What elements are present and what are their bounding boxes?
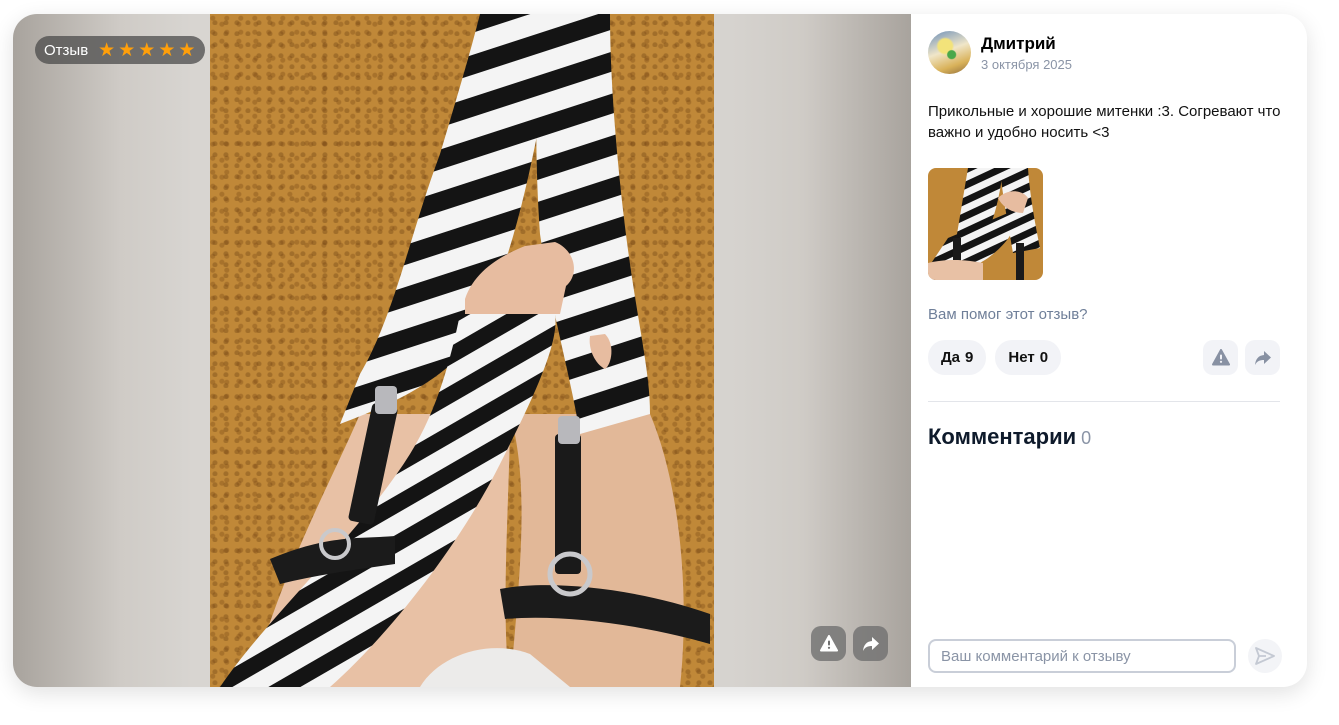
review-author: Дмитрий 3 октября 2025 xyxy=(928,31,1072,74)
star-icon: ★ xyxy=(158,39,176,61)
review-photo[interactable] xyxy=(210,14,714,687)
vote-no-count: 0 xyxy=(1039,349,1049,366)
vote-yes-button[interactable]: Да 9 xyxy=(928,340,987,375)
review-date: 3 октября 2025 xyxy=(981,56,1072,72)
report-review-button[interactable] xyxy=(1203,340,1238,375)
share-review-button[interactable] xyxy=(1245,340,1280,375)
comment-form xyxy=(928,639,1282,673)
review-details-panel: Дмитрий 3 октября 2025 Прикольные и хоро… xyxy=(911,14,1307,687)
share-arrow-icon xyxy=(1254,350,1271,365)
comment-input[interactable] xyxy=(928,639,1236,673)
helpful-question: Вам помог этот отзыв? xyxy=(928,306,1088,323)
divider xyxy=(928,401,1280,402)
comments-heading: Комментарии 0 xyxy=(928,424,1091,450)
star-icon: ★ xyxy=(118,39,136,61)
helpful-vote-buttons: Да 9 Нет 0 xyxy=(928,340,1062,375)
vote-yes-label: Да xyxy=(941,349,961,366)
send-comment-button[interactable] xyxy=(1248,639,1282,673)
comments-count: 0 xyxy=(1081,428,1092,448)
warning-icon xyxy=(819,635,838,652)
review-photo-thumbnail[interactable] xyxy=(928,168,1043,280)
review-actions xyxy=(1203,340,1280,375)
author-name[interactable]: Дмитрий xyxy=(981,34,1072,54)
vote-no-button[interactable]: Нет 0 xyxy=(995,340,1062,375)
star-icon: ★ xyxy=(138,39,156,61)
star-icon: ★ xyxy=(178,39,196,61)
report-button[interactable] xyxy=(811,626,846,661)
review-rating-badge: Отзыв ★ ★ ★ ★ ★ xyxy=(35,36,206,64)
vote-no-label: Нет xyxy=(1008,349,1035,366)
share-button[interactable] xyxy=(853,626,888,661)
comments-title: Комментарии xyxy=(928,424,1077,449)
review-text: Прикольные и хорошие митенки :3. Согрева… xyxy=(928,103,1281,141)
media-actions xyxy=(811,626,888,661)
warning-icon xyxy=(1211,349,1230,366)
review-modal: Отзыв ★ ★ ★ ★ ★ Дмитрий 3 октября 2025 П… xyxy=(13,14,1307,687)
send-icon xyxy=(1255,647,1275,665)
vote-yes-count: 9 xyxy=(965,349,974,366)
star-icon: ★ xyxy=(98,39,116,61)
share-arrow-icon xyxy=(862,636,879,651)
review-media-viewer: Отзыв ★ ★ ★ ★ ★ xyxy=(13,14,911,687)
rating-stars: ★ ★ ★ ★ ★ xyxy=(98,41,195,60)
avatar[interactable] xyxy=(928,31,971,74)
review-badge-label: Отзыв xyxy=(44,41,89,59)
